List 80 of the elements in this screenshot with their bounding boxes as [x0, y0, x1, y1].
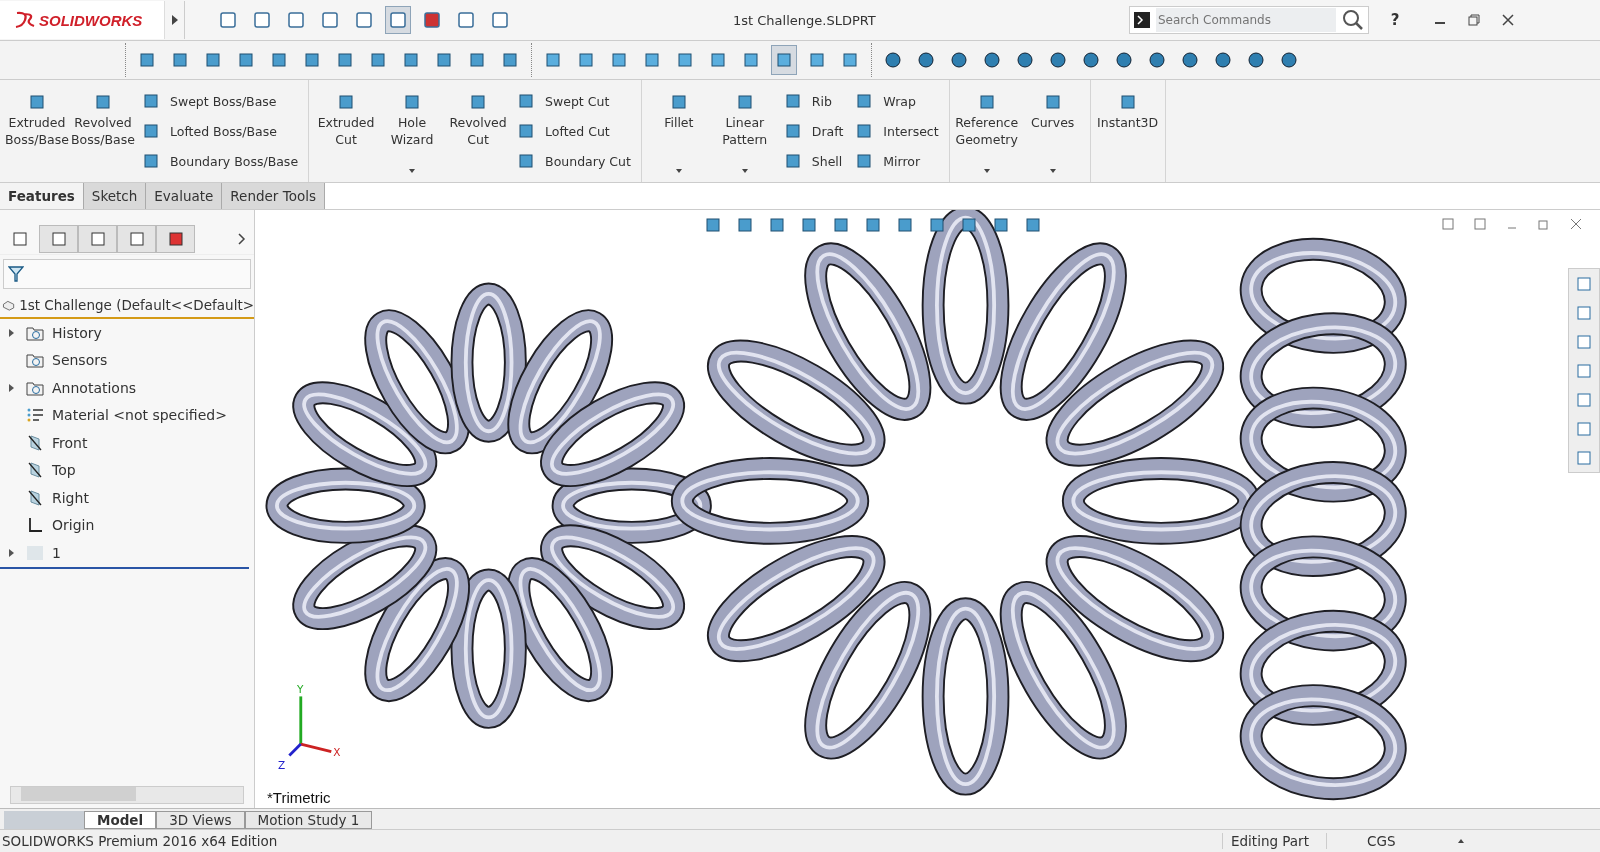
- ribbon-button[interactable]: Draft: [779, 120, 848, 142]
- ribbon-tab[interactable]: Evaluate: [146, 183, 223, 209]
- plane-icon: [26, 433, 44, 452]
- body-icon: [26, 543, 44, 562]
- horizontal-scrollbar[interactable]: [10, 786, 244, 804]
- ribbon-button[interactable]: Hole Wizard: [381, 84, 444, 148]
- restore-icon[interactable]: [1538, 218, 1550, 230]
- plane-icon: [26, 461, 44, 480]
- tree-item[interactable]: History: [52, 324, 102, 341]
- expand-arrow-icon[interactable]: [8, 327, 16, 338]
- ribbon-tab[interactable]: Render Tools: [222, 183, 325, 209]
- dropdown-caret-icon[interactable]: [982, 168, 991, 174]
- command-prompt-icon: [1134, 12, 1150, 28]
- tree-item[interactable]: Front: [52, 434, 88, 451]
- model-tab[interactable]: Motion Study 1: [244, 811, 373, 829]
- tree-item[interactable]: Right: [52, 489, 89, 506]
- dropdown-caret-icon[interactable]: [408, 168, 417, 174]
- ribbon-button[interactable]: Wrap: [851, 90, 943, 112]
- ribbon-button[interactable]: Boundary Cut: [513, 150, 635, 172]
- restore-icon[interactable]: [1467, 13, 1481, 27]
- ribbon-button[interactable]: Swept Boss/Base: [138, 90, 303, 112]
- caret-icon: [170, 14, 179, 26]
- dropdown-caret-icon[interactable]: [674, 168, 683, 174]
- model-tab[interactable]: 3D Views: [156, 811, 245, 829]
- window-title: 1st Challenge.SLDPRT: [733, 12, 877, 28]
- origin-axes-icon: [26, 516, 44, 535]
- search-icon: [1342, 9, 1364, 31]
- tree-item[interactable]: Annotations: [52, 379, 137, 396]
- status-mode: Editing Part: [1222, 833, 1326, 849]
- ribbon-tab[interactable]: Sketch: [83, 183, 147, 209]
- filter-icon: [8, 265, 24, 283]
- app-logo: SOLIDWORKS: [0, 1, 165, 39]
- expand-arrow-icon[interactable]: [8, 382, 16, 393]
- ribbon-button[interactable]: Lofted Boss/Base: [138, 120, 303, 142]
- color-sphere-tab[interactable]: [156, 225, 195, 253]
- search-field[interactable]: Search Commands: [1129, 6, 1369, 34]
- ribbon-button[interactable]: Linear Pattern: [713, 84, 776, 148]
- expand-arrow-icon[interactable]: [8, 547, 16, 558]
- ribbon-tab[interactable]: Features: [0, 183, 84, 209]
- crosshair-tab[interactable]: [117, 225, 156, 253]
- cube-button[interactable]: [771, 45, 797, 75]
- plane-icon: [26, 488, 44, 507]
- ribbon-button[interactable]: Curves: [1021, 84, 1084, 131]
- close-icon[interactable]: [1570, 218, 1582, 230]
- ribbon-button[interactable]: Mirror: [851, 150, 943, 172]
- axis-triad-drawing: Y X Z: [277, 682, 341, 771]
- ribbon-button[interactable]: Boundary Boss/Base: [138, 150, 303, 172]
- ribbon-button[interactable]: Instant3D: [1096, 84, 1159, 131]
- ribbon-button[interactable]: Fillet: [647, 84, 710, 131]
- ribbon-button[interactable]: Lofted Cut: [513, 120, 635, 142]
- caret-up-icon[interactable]: [1457, 838, 1465, 844]
- tree-item[interactable]: Origin: [52, 517, 95, 534]
- ds-logo-icon: [14, 10, 36, 30]
- help-button[interactable]: ?: [1387, 11, 1403, 29]
- ribbon-button[interactable]: Swept Cut: [513, 90, 635, 112]
- list-tab[interactable]: [39, 225, 78, 253]
- view-orientation-label: *Trimetric: [267, 789, 331, 806]
- ribbon-button[interactable]: Extruded Cut: [315, 84, 378, 148]
- status-text: SOLIDWORKS Premium 2016 x64 Edition: [1, 833, 279, 849]
- dropdown-caret-icon[interactable]: [740, 168, 749, 174]
- ribbon-button[interactable]: Intersect: [851, 120, 943, 142]
- units-indicator[interactable]: CGS: [1326, 833, 1457, 849]
- pointer-button[interactable]: [385, 6, 411, 34]
- tree-item[interactable]: Sensors: [52, 352, 108, 369]
- tree-tab[interactable]: [78, 225, 117, 253]
- dropdown-caret-icon[interactable]: [1048, 168, 1057, 174]
- model-tab[interactable]: Model: [84, 811, 157, 829]
- tree-item[interactable]: 1: [52, 544, 61, 561]
- chevron-right-icon[interactable]: [238, 233, 246, 245]
- tree-item[interactable]: Top: [52, 462, 76, 479]
- ribbon-button[interactable]: Extruded Boss/Base: [6, 84, 68, 148]
- filter-field[interactable]: [3, 259, 251, 289]
- tree-root[interactable]: 1st Challenge (Default<<Default>: [0, 293, 254, 319]
- ribbon-button[interactable]: Revolved Boss/Base: [72, 84, 134, 148]
- ribbon-button[interactable]: Rib: [779, 90, 848, 112]
- ribbon-button[interactable]: Revolved Cut: [447, 84, 510, 148]
- ribbon-button[interactable]: Shell: [779, 150, 848, 172]
- tree-item[interactable]: Material <not specified>: [52, 407, 227, 424]
- ribbon-button[interactable]: Reference Geometry: [955, 84, 1018, 148]
- close-icon[interactable]: [1501, 13, 1515, 27]
